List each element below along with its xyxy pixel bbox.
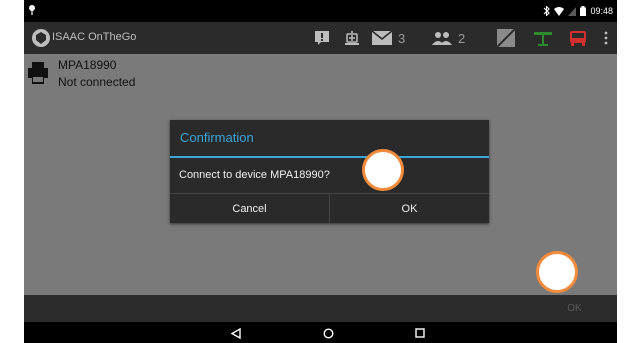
- alert-button[interactable]: [314, 28, 330, 48]
- navigation-bar: [24, 322, 617, 343]
- contacts-count: 2: [458, 30, 466, 46]
- alarm-bell-icon: [345, 31, 359, 45]
- status-bar: 09:48: [24, 0, 617, 22]
- alert-icon: [315, 31, 329, 45]
- contacts-button[interactable]: 2: [432, 28, 465, 48]
- disabled-square-icon: [497, 29, 515, 47]
- messages-button[interactable]: 3: [372, 28, 405, 48]
- home-circle-icon: [322, 327, 334, 339]
- status-time: 09:48: [590, 6, 613, 16]
- trailer-icon: [534, 32, 552, 46]
- envelope-icon: [372, 31, 392, 45]
- back-button[interactable]: [228, 325, 244, 341]
- overflow-menu-button[interactable]: [604, 28, 608, 48]
- dialog-button-bar: Cancel OK: [170, 193, 489, 223]
- status-toggle-button[interactable]: [497, 28, 515, 48]
- wifi-icon: [554, 6, 565, 16]
- device-name: MPA18990: [58, 58, 117, 72]
- home-button[interactable]: [320, 325, 336, 341]
- touch-indicator: [362, 149, 404, 191]
- truck-icon: [570, 31, 586, 46]
- recents-square-icon: [415, 328, 425, 338]
- messages-count: 3: [398, 30, 406, 46]
- dialog-message: Connect to device MPA18990?: [179, 169, 330, 181]
- touch-indicator: [536, 251, 578, 293]
- dialog-divider: [170, 156, 489, 158]
- device-status: Not connected: [58, 75, 136, 89]
- device-list-item[interactable]: MPA18990 Not connected: [28, 58, 228, 92]
- app-logo-icon: [32, 29, 50, 47]
- people-icon: [432, 32, 452, 45]
- printer-icon: [28, 62, 48, 84]
- more-vertical-icon: [604, 31, 608, 45]
- ok-button[interactable]: OK: [329, 194, 489, 223]
- confirmation-dialog: Confirmation Connect to device MPA18990?…: [170, 120, 489, 223]
- app-title: ISAAC OnTheGo: [52, 31, 137, 43]
- bluetooth-icon: [544, 6, 551, 16]
- bottom-action-bar: OK: [24, 295, 617, 322]
- back-triangle-icon: [231, 327, 241, 339]
- vehicle-button[interactable]: [569, 28, 587, 48]
- battery-icon: [580, 6, 587, 16]
- recents-button[interactable]: [412, 325, 428, 341]
- main-content: MPA18990 Not connected Confirmation Conn…: [24, 54, 617, 295]
- status-icons: 09:48: [543, 4, 613, 18]
- action-bar: ISAAC OnTheGo 3 2: [24, 22, 617, 54]
- trailer-button[interactable]: [533, 28, 553, 48]
- bottom-ok-button[interactable]: OK: [532, 295, 617, 322]
- signal-icon: [568, 6, 577, 16]
- location-pin-icon: [29, 5, 35, 15]
- anchor-button[interactable]: [344, 28, 360, 48]
- dialog-title: Confirmation: [180, 130, 254, 145]
- device-screen: 09:48 ISAAC OnTheGo 3 2 MPA18990 Not con…: [24, 0, 617, 343]
- cancel-button[interactable]: Cancel: [170, 194, 329, 223]
